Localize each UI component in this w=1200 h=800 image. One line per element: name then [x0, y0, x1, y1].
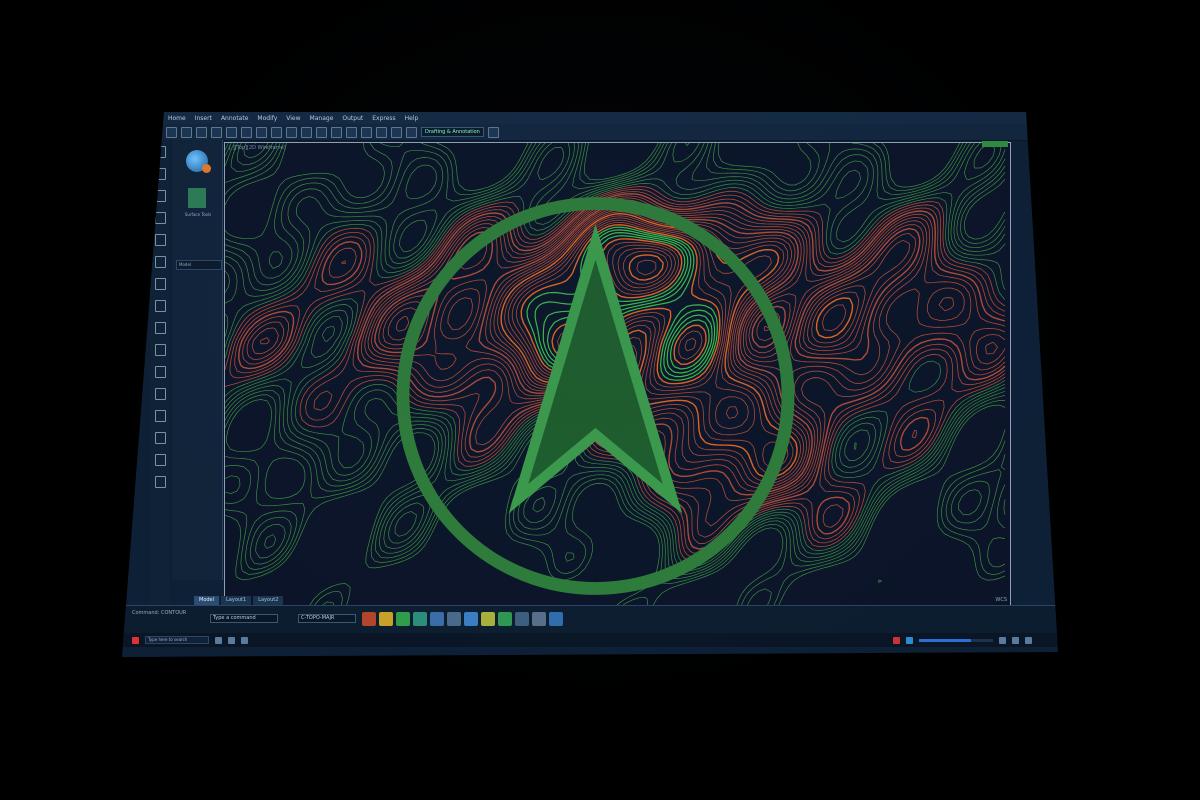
osnap-icon[interactable] — [154, 388, 166, 400]
monitor: Home Insert Annotate Modify View Manage … — [0, 0, 1200, 800]
app-icon-8[interactable] — [481, 612, 495, 626]
viewport-status-indicator — [982, 141, 1008, 147]
os-taskbar: Type here to search — [122, 633, 1058, 647]
save-icon[interactable] — [196, 126, 207, 138]
browser-icon[interactable] — [241, 636, 248, 644]
menu-manage[interactable]: Manage — [310, 115, 334, 122]
app-icon-3[interactable] — [396, 612, 410, 626]
copy-tool-icon[interactable] — [316, 126, 327, 138]
draw-icon[interactable] — [154, 168, 166, 180]
volume-icon[interactable] — [1012, 636, 1019, 644]
zoom-tool-icon[interactable] — [391, 126, 402, 138]
drawing-viewport[interactable]: [-][Top][2D Wireframe] WCS — [224, 141, 1011, 606]
task-view-icon[interactable] — [215, 636, 222, 644]
ucs-label: WCS — [995, 597, 1007, 603]
pan-tool-icon[interactable] — [406, 126, 417, 138]
polyline-tool-icon[interactable] — [256, 126, 267, 138]
menu-output[interactable]: Output — [342, 115, 363, 122]
measure-icon[interactable] — [154, 212, 166, 224]
app-icon-4[interactable] — [413, 612, 427, 626]
app-icon-6[interactable] — [447, 612, 461, 626]
snap-icon[interactable] — [154, 190, 166, 202]
menu-help[interactable]: Help — [405, 115, 419, 122]
menu-insert[interactable]: Insert — [195, 115, 212, 122]
block-icon[interactable] — [154, 300, 166, 312]
app-icon-7[interactable] — [464, 612, 478, 626]
menu-home[interactable]: Home — [168, 115, 186, 122]
menu-modify[interactable]: Modify — [257, 115, 277, 122]
progress-bar — [919, 638, 993, 642]
view-cube-compass-icon[interactable] — [203, 165, 988, 627]
taskbar-search-input[interactable]: Type here to search — [145, 636, 209, 644]
text-icon[interactable] — [154, 256, 166, 268]
xref-icon[interactable] — [154, 410, 166, 422]
app-icon-12[interactable] — [549, 612, 563, 626]
cad-screen: Home Insert Annotate Modify View Manage … — [122, 112, 1058, 657]
command-input[interactable]: Type a command — [210, 614, 278, 623]
settings-icon[interactable] — [488, 126, 499, 138]
menu-express[interactable]: Express — [372, 115, 395, 122]
match-properties-icon[interactable] — [376, 126, 387, 138]
properties-tool-icon[interactable] — [361, 126, 372, 138]
table-icon[interactable] — [154, 454, 166, 466]
pinned-app-icon[interactable] — [893, 636, 900, 644]
undo-icon[interactable] — [211, 126, 222, 138]
notifications-icon[interactable] — [1025, 636, 1032, 644]
ortho-icon[interactable] — [154, 344, 166, 356]
menu-annotate[interactable]: Annotate — [221, 115, 248, 122]
app-icon-5[interactable] — [430, 612, 444, 626]
line-tool-icon[interactable] — [241, 126, 252, 138]
layer-dropdown[interactable]: C-TOPO-MAJR — [298, 614, 356, 623]
workspace-dropdown[interactable]: Drafting & Annotation — [421, 127, 484, 137]
select-icon[interactable] — [154, 146, 166, 158]
app-icon-11[interactable] — [532, 612, 546, 626]
progress-fill — [919, 638, 971, 642]
app-icon-10[interactable] — [515, 612, 529, 626]
surface-icon[interactable] — [154, 432, 166, 444]
arc-tool-icon[interactable] — [286, 126, 297, 138]
command-history: Command: CONTOUR — [132, 610, 187, 616]
quick-access-toolbar: Drafting & Annotation — [158, 124, 1028, 141]
network-icon[interactable] — [999, 636, 1006, 644]
layer-tool-icon[interactable] — [346, 126, 357, 138]
menu-view[interactable]: View — [286, 115, 300, 122]
polar-icon[interactable] — [154, 366, 166, 378]
move-tool-icon[interactable] — [301, 126, 312, 138]
trim-tool-icon[interactable] — [331, 126, 342, 138]
new-file-icon[interactable] — [166, 126, 177, 138]
start-icon[interactable] — [132, 636, 139, 644]
taskbar-apps — [362, 608, 563, 630]
viewport-label[interactable]: [-][Top][2D Wireframe] — [229, 145, 286, 151]
pinned-app-icon-2[interactable] — [906, 636, 913, 644]
open-file-icon[interactable] — [181, 126, 192, 138]
app-icon-1[interactable] — [362, 612, 376, 626]
redo-icon[interactable] — [226, 126, 237, 138]
file-explorer-icon[interactable] — [228, 636, 235, 644]
plot-icon[interactable] — [154, 476, 166, 488]
app-icon-9[interactable] — [498, 612, 512, 626]
menu-bar: Home Insert Annotate Modify View Manage … — [162, 112, 1028, 124]
grid-icon[interactable] — [154, 322, 166, 334]
circle-tool-icon[interactable] — [271, 126, 282, 138]
hatch-icon[interactable] — [154, 278, 166, 290]
dimension-icon[interactable] — [154, 234, 166, 246]
app-icon-2[interactable] — [379, 612, 393, 626]
left-tool-strip — [150, 140, 170, 626]
